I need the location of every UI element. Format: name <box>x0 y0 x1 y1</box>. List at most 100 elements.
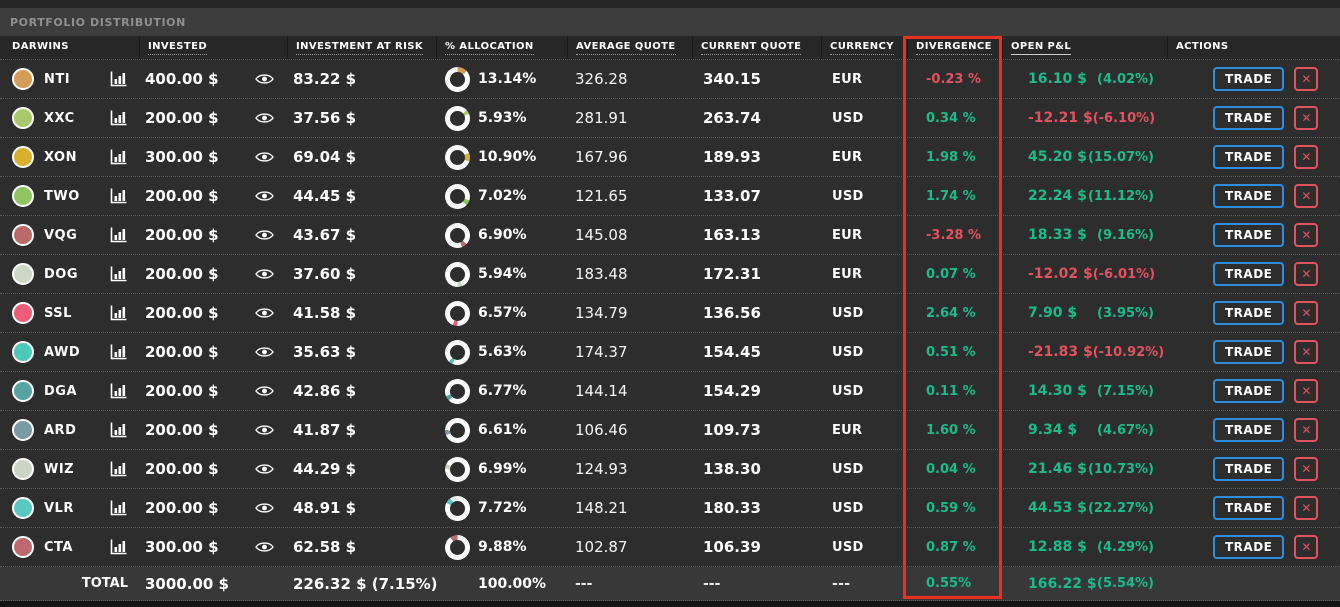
column-header-open-pnl[interactable]: OPEN P&L <box>1003 36 1168 59</box>
bar-chart-icon[interactable] <box>110 149 127 165</box>
close-position-button[interactable]: ✕ <box>1294 262 1318 286</box>
column-header-current-quote[interactable]: CURRENT QUOTE <box>693 36 822 59</box>
bar-chart-icon[interactable] <box>110 461 127 477</box>
trade-button[interactable]: TRADE <box>1213 457 1284 481</box>
allocation-donut-chart <box>445 145 470 170</box>
trade-button[interactable]: TRADE <box>1213 418 1284 442</box>
bar-chart-icon[interactable] <box>110 539 127 555</box>
close-position-button[interactable]: ✕ <box>1294 496 1318 520</box>
pnl-amount: 22.24 $ <box>1028 188 1087 204</box>
at-risk-value: 44.45 $ <box>293 187 356 205</box>
trade-button[interactable]: TRADE <box>1213 379 1284 403</box>
total-current-quote-value: --- <box>703 576 720 592</box>
divergence-value: 0.34 % <box>926 111 976 126</box>
bar-chart-icon[interactable] <box>110 344 127 360</box>
trade-button[interactable]: TRADE <box>1213 301 1284 325</box>
actions-cell: TRADE ✕ <box>1168 372 1340 410</box>
bar-chart-icon[interactable] <box>110 422 127 438</box>
eye-icon[interactable] <box>255 346 274 358</box>
trade-button[interactable]: TRADE <box>1213 145 1284 169</box>
divergence-cell: 0.34 % <box>908 99 1003 137</box>
trade-button[interactable]: TRADE <box>1213 223 1284 247</box>
eye-icon[interactable] <box>255 307 274 319</box>
currency-cell: USD <box>822 489 908 527</box>
darwin-name[interactable]: DGA <box>44 384 77 399</box>
close-position-button[interactable]: ✕ <box>1294 223 1318 247</box>
trade-button[interactable]: TRADE <box>1213 67 1284 91</box>
bar-chart-icon[interactable] <box>110 500 127 516</box>
pnl-percent: (-6.10%) <box>1093 111 1155 126</box>
close-position-button[interactable]: ✕ <box>1294 457 1318 481</box>
close-position-button[interactable]: ✕ <box>1294 535 1318 559</box>
darwin-name[interactable]: ARD <box>44 423 76 438</box>
darwin-avatar <box>12 224 34 246</box>
close-icon: ✕ <box>1301 268 1311 280</box>
trade-button[interactable]: TRADE <box>1213 340 1284 364</box>
allocation-value: 5.63% <box>478 344 527 360</box>
eye-icon[interactable] <box>255 268 274 280</box>
darwin-name[interactable]: CTA <box>44 540 73 555</box>
eye-icon[interactable] <box>255 502 274 514</box>
close-position-button[interactable]: ✕ <box>1294 67 1318 91</box>
close-position-button[interactable]: ✕ <box>1294 301 1318 325</box>
column-header-investment-at-risk[interactable]: INVESTMENT AT RISK <box>288 36 437 59</box>
close-position-button[interactable]: ✕ <box>1294 379 1318 403</box>
darwin-name[interactable]: TWO <box>44 189 80 204</box>
divergence-cell: 2.64 % <box>908 294 1003 332</box>
allocation-value: 13.14% <box>478 71 536 87</box>
eye-icon[interactable] <box>255 463 274 475</box>
column-header-allocation[interactable]: % ALLOCATION <box>437 36 568 59</box>
eye-icon[interactable] <box>255 541 274 553</box>
trade-button[interactable]: TRADE <box>1213 184 1284 208</box>
allocation-cell: 7.72% <box>437 489 568 527</box>
eye-icon[interactable] <box>255 385 274 397</box>
eye-icon[interactable] <box>255 190 274 202</box>
bar-chart-icon[interactable] <box>110 71 127 87</box>
darwin-name[interactable]: XXC <box>44 111 75 126</box>
investment-at-risk-cell: 37.56 $ <box>288 99 437 137</box>
bar-chart-icon[interactable] <box>110 266 127 282</box>
eye-icon[interactable] <box>255 229 274 241</box>
bar-chart-icon[interactable] <box>110 305 127 321</box>
bar-chart-icon[interactable] <box>110 110 127 126</box>
close-position-button[interactable]: ✕ <box>1294 340 1318 364</box>
invested-cell: 400.00 $ <box>140 60 288 98</box>
darwin-name[interactable]: WIZ <box>44 462 74 477</box>
eye-icon[interactable] <box>255 112 274 124</box>
pnl-amount: 44.53 $ <box>1028 500 1087 516</box>
allocation-cell: 5.94% <box>437 255 568 293</box>
bar-chart-icon[interactable] <box>110 383 127 399</box>
trade-button[interactable]: TRADE <box>1213 535 1284 559</box>
bar-chart-icon[interactable] <box>110 227 127 243</box>
darwin-name[interactable]: SSL <box>44 306 72 321</box>
divergence-value: 1.98 % <box>926 150 976 165</box>
darwin-name[interactable]: VQG <box>44 228 77 243</box>
eye-icon[interactable] <box>255 73 274 85</box>
total-allocation-value: 100.00% <box>478 576 546 592</box>
trade-button[interactable]: TRADE <box>1213 106 1284 130</box>
darwin-name[interactable]: VLR <box>44 501 74 516</box>
currency-value: USD <box>832 462 864 477</box>
close-position-button[interactable]: ✕ <box>1294 145 1318 169</box>
column-header-invested[interactable]: INVESTED <box>140 36 288 59</box>
allocation-cell: 6.99% <box>437 450 568 488</box>
close-position-button[interactable]: ✕ <box>1294 184 1318 208</box>
eye-icon[interactable] <box>255 424 274 436</box>
column-header-divergence[interactable]: DIVERGENCE <box>908 36 1003 59</box>
column-header-average-quote[interactable]: AVERAGE QUOTE <box>568 36 693 59</box>
darwin-name[interactable]: NTI <box>44 72 70 87</box>
darwin-name[interactable]: AWD <box>44 345 80 360</box>
bar-chart-icon[interactable] <box>110 188 127 204</box>
table-row: WIZ 200.00 $ <box>0 450 1340 489</box>
currency-value: EUR <box>832 423 862 438</box>
darwin-name[interactable]: DOG <box>44 267 78 282</box>
at-risk-value: 44.29 $ <box>293 460 356 478</box>
close-position-button[interactable]: ✕ <box>1294 106 1318 130</box>
eye-icon[interactable] <box>255 151 274 163</box>
darwin-name[interactable]: XON <box>44 150 77 165</box>
trade-button[interactable]: TRADE <box>1213 262 1284 286</box>
total-average-quote-value: --- <box>575 576 592 592</box>
close-position-button[interactable]: ✕ <box>1294 418 1318 442</box>
trade-button[interactable]: TRADE <box>1213 496 1284 520</box>
column-header-currency[interactable]: CURRENCY <box>822 36 908 59</box>
